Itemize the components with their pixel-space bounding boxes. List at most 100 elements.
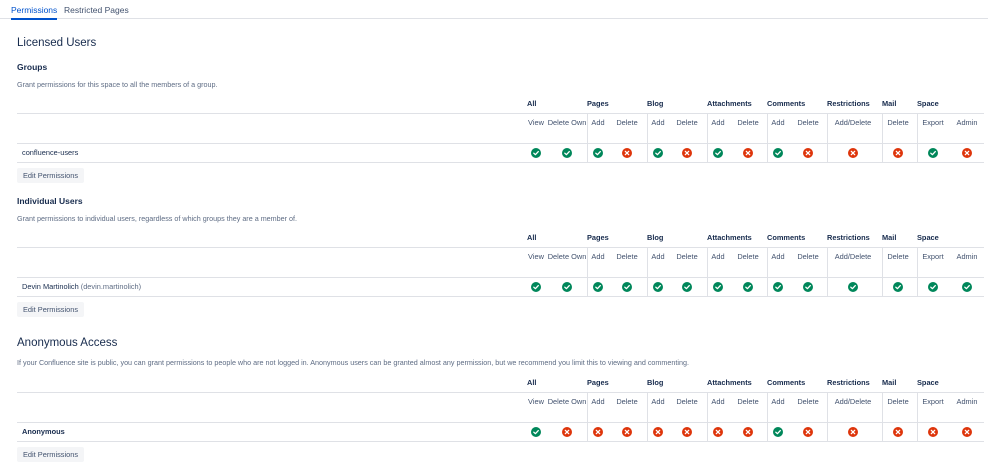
check-circle-icon — [928, 148, 938, 158]
table-divider — [17, 296, 984, 297]
table-divider — [17, 392, 984, 393]
check-circle-icon — [622, 282, 632, 292]
column-separator — [767, 113, 768, 162]
column-subheader: Delete Own — [547, 397, 587, 406]
check-circle-icon — [773, 427, 783, 437]
column-separator — [707, 247, 708, 296]
table-divider — [17, 441, 984, 442]
column-group-header-restrictions: Restrictions — [827, 378, 870, 387]
cross-circle-icon — [562, 427, 572, 437]
table-row-name: Anonymous — [22, 427, 65, 436]
column-separator — [882, 113, 883, 162]
table-divider — [17, 422, 984, 423]
check-circle-icon — [893, 282, 903, 292]
check-circle-icon — [713, 148, 723, 158]
tab-permissions[interactable]: Permissions — [11, 5, 58, 20]
edit-group-permissions-button[interactable]: Edit Permissions — [17, 168, 85, 183]
individual-users-heading: Individual Users — [17, 196, 83, 206]
column-separator — [647, 113, 648, 162]
column-group-header-pages: Pages — [587, 99, 609, 108]
column-separator — [767, 247, 768, 296]
edit-user-permissions-button[interactable]: Edit Permissions — [17, 302, 85, 317]
cross-circle-icon — [743, 427, 753, 437]
column-group-header-blog: Blog — [647, 378, 664, 387]
cross-circle-icon — [893, 427, 903, 437]
column-subheader: Add/Delete — [834, 252, 872, 261]
column-group-header-mail: Mail — [882, 233, 897, 242]
check-circle-icon — [653, 148, 663, 158]
cross-circle-icon — [593, 427, 603, 437]
check-circle-icon — [848, 282, 858, 292]
cross-circle-icon — [848, 427, 858, 437]
licensed-users-heading: Licensed Users — [17, 37, 97, 49]
check-circle-icon — [682, 282, 692, 292]
check-circle-icon — [531, 427, 541, 437]
column-subheader: Delete — [797, 252, 819, 261]
column-subheader: Delete — [797, 397, 819, 406]
groups-description: Grant permissions for this space to all … — [17, 80, 218, 89]
check-circle-icon — [803, 282, 813, 292]
column-separator — [647, 392, 648, 441]
column-subheader: Delete — [797, 118, 819, 127]
column-group-header-blog: Blog — [647, 99, 664, 108]
column-subheader: Export — [922, 118, 944, 127]
anonymous-permissions-table: All View Delete Own Pages Add Delete Blog Add De… — [17, 378, 984, 442]
cross-circle-icon — [893, 148, 903, 158]
column-subheader: Delete — [737, 252, 759, 261]
column-group-header-restrictions: Restrictions — [827, 233, 870, 242]
check-circle-icon — [928, 282, 938, 292]
column-separator — [882, 247, 883, 296]
cross-circle-icon — [803, 148, 813, 158]
column-separator — [827, 247, 828, 296]
column-group-header-comments: Comments — [767, 378, 806, 387]
column-subheader: Delete — [737, 118, 759, 127]
principal-name: Devin Martinolich — [22, 282, 79, 291]
check-circle-icon — [562, 148, 572, 158]
check-circle-icon — [593, 148, 603, 158]
column-group-header-space: Space — [917, 233, 939, 242]
column-subheader: Admin — [956, 252, 978, 261]
cross-circle-icon — [622, 427, 632, 437]
table-divider — [17, 162, 984, 163]
cross-circle-icon — [962, 148, 972, 158]
check-circle-icon — [773, 148, 783, 158]
tab-restricted-pages[interactable]: Restricted Pages — [64, 5, 129, 19]
cross-circle-icon — [928, 427, 938, 437]
check-circle-icon — [593, 282, 603, 292]
column-group-header-comments: Comments — [767, 99, 806, 108]
check-circle-icon — [713, 282, 723, 292]
principal-username: (devin.martinolich) — [78, 282, 142, 291]
cross-circle-icon — [962, 427, 972, 437]
column-group-header-mail: Mail — [882, 99, 897, 108]
cross-circle-icon — [653, 427, 663, 437]
column-group-header-attachments: Attachments — [707, 378, 752, 387]
anonymous-access-heading: Anonymous Access — [17, 337, 118, 349]
column-group-header-all: All — [527, 378, 537, 387]
table-divider — [17, 247, 984, 248]
column-subheader: Delete — [676, 252, 698, 261]
table-divider — [17, 143, 984, 144]
column-separator — [587, 113, 588, 162]
column-group-header-mail: Mail — [882, 378, 897, 387]
column-group-header-restrictions: Restrictions — [827, 99, 870, 108]
principal-name: confluence-users — [22, 148, 79, 157]
check-circle-icon — [562, 282, 572, 292]
individual-users-description: Grant permissions to individual users, r… — [17, 214, 298, 223]
column-subheader: Delete — [676, 118, 698, 127]
column-group-header-space: Space — [917, 99, 939, 108]
table-divider — [17, 113, 984, 114]
column-subheader: Admin — [956, 118, 978, 127]
column-separator — [827, 392, 828, 441]
column-group-header-attachments: Attachments — [707, 99, 752, 108]
edit-anonymous-permissions-button[interactable]: Edit Permissions — [17, 447, 85, 462]
column-separator — [917, 113, 918, 162]
column-group-header-blog: Blog — [647, 233, 664, 242]
column-subheader: Delete — [887, 252, 909, 261]
column-subheader: Delete — [737, 397, 759, 406]
column-group-header-pages: Pages — [587, 233, 609, 242]
column-subheader: Admin — [956, 397, 978, 406]
column-subheader: Delete — [676, 397, 698, 406]
column-separator — [882, 392, 883, 441]
column-group-header-all: All — [527, 233, 537, 242]
column-separator — [647, 247, 648, 296]
